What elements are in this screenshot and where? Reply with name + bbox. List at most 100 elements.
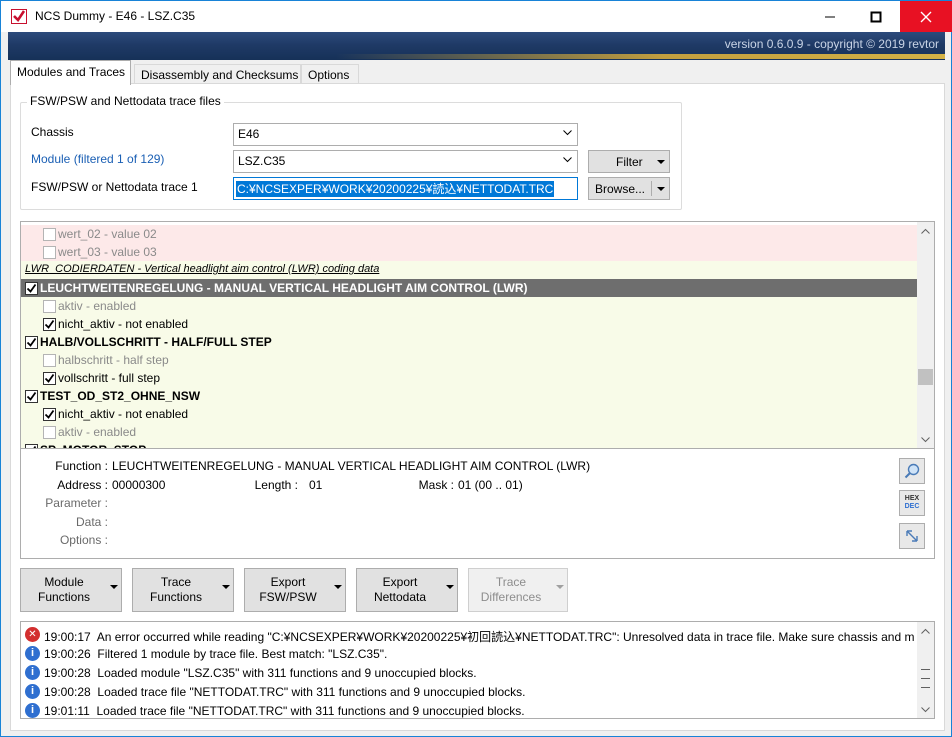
modules-and-traces-page: FSW/PSW and Nettodata trace files Chassi…: [10, 83, 945, 731]
expand-button[interactable]: [899, 523, 925, 549]
checkbox-unchecked[interactable]: [43, 228, 56, 241]
dropdown-arrow-icon: [334, 585, 342, 589]
value-row[interactable]: aktiv - enabled: [21, 297, 918, 315]
checkbox-unchecked[interactable]: [43, 426, 56, 439]
log-panel[interactable]: ✕ 19:00:17 An error occurred while readin…: [20, 621, 935, 719]
row-label: aktiv - enabled: [58, 425, 137, 439]
row-label: aktiv - enabled: [58, 299, 137, 313]
module-value: LSZ.C35: [238, 154, 286, 168]
checkbox-checked[interactable]: [25, 390, 38, 403]
trace-functions-button[interactable]: Trace Functions: [132, 568, 234, 612]
checkbox-checked[interactable]: [25, 336, 38, 349]
group-legend: FSW/PSW and Nettodata trace files: [27, 94, 224, 108]
hex-dec-toggle-button[interactable]: HEX DEC: [899, 490, 925, 516]
value-row[interactable]: wert_02 - value 02: [21, 225, 918, 243]
log-time: 19:01:11: [44, 704, 90, 718]
module-functions-line1: Module: [44, 575, 84, 589]
log-entry: i 19:00:28 Loaded trace file "NETTODAT.TR…: [25, 682, 915, 701]
filter-button[interactable]: Filter: [588, 150, 670, 173]
magnifier-icon: [904, 463, 920, 479]
scroll-up-icon[interactable]: [917, 622, 934, 639]
info-icon: i: [25, 665, 40, 680]
title-bar[interactable]: NCS Dummy - E46 - LSZ.C35: [1, 1, 952, 32]
log-entry: i 19:00:26 Filtered 1 module by trace fil…: [25, 644, 915, 663]
close-button[interactable]: [900, 1, 952, 32]
app-check-icon: [11, 9, 27, 24]
module-functions-button[interactable]: Module Functions: [20, 568, 122, 612]
log-scrollbar[interactable]: [917, 622, 934, 718]
close-icon: [920, 11, 932, 22]
function-row[interactable]: LEUCHTWEITENREGELUNG - MANUAL VERTICAL H…: [21, 279, 918, 297]
value-row[interactable]: nicht_aktiv - not enabled: [21, 405, 918, 423]
export-nettodata-line1: Export: [382, 575, 418, 589]
function-row[interactable]: TEST_OD_ST2_OHNE_NSW: [21, 387, 918, 405]
trace-differences-line2: Differences: [480, 590, 542, 604]
scroll-grip-icon[interactable]: [921, 669, 930, 688]
export-fsw-psw-button[interactable]: Export FSW/PSW: [244, 568, 346, 612]
log-text: 19:00:28 Loaded module "LSZ.C35" with 31…: [44, 666, 477, 680]
checkbox-checked[interactable]: [43, 372, 56, 385]
chassis-select[interactable]: E46: [233, 123, 578, 146]
checkbox-checked[interactable]: [43, 318, 56, 331]
info-icon: i: [25, 646, 40, 661]
resize-diagonal-icon: [906, 530, 918, 542]
dropdown-arrow-icon: [652, 178, 669, 199]
error-icon: ✕: [25, 627, 40, 642]
tab-options[interactable]: Options: [301, 64, 359, 85]
maximize-button[interactable]: [853, 1, 899, 32]
options-label: Options :: [59, 533, 108, 547]
log-time: 19:00:17: [44, 630, 91, 644]
version-text: version 0.6.0.9 - copyright © 2019 revto…: [724, 37, 939, 51]
value-row[interactable]: aktiv - enabled: [21, 423, 918, 441]
search-button[interactable]: [899, 458, 925, 484]
log-text: 19:01:11 Loaded trace file "NETTODAT.TRC…: [44, 704, 525, 718]
function-list-scrollbar[interactable]: [917, 222, 934, 448]
trace-label: FSW/PSW or Nettodata trace 1: [31, 180, 198, 194]
row-label: TEST_OD_ST2_OHNE_NSW: [40, 389, 201, 403]
scroll-down-icon[interactable]: [917, 431, 934, 448]
row-label: HALB/VOLLSCHRITT - HALF/FULL STEP: [40, 335, 272, 349]
app-window: NCS Dummy - E46 - LSZ.C35 version 0.6.0.…: [0, 0, 952, 737]
value-row[interactable]: wert_03 - value 03: [21, 243, 918, 261]
log-message: Loaded trace file "NETTODAT.TRC" with 31…: [96, 704, 525, 718]
minimize-button[interactable]: [807, 1, 853, 32]
tab-modules-and-traces[interactable]: Modules and Traces: [10, 60, 131, 85]
log-entry: i 19:01:11 Loaded trace file "NETTODAT.TR…: [25, 701, 915, 718]
log-text: 19:00:26 Filtered 1 module by trace file…: [44, 647, 387, 661]
checkbox-unchecked[interactable]: [43, 246, 56, 259]
checkbox-unchecked[interactable]: [43, 300, 56, 313]
checkbox-checked[interactable]: [43, 408, 56, 421]
export-fsw-psw-line1: Export: [270, 575, 306, 589]
trace-differences-button[interactable]: Trace Differences: [468, 568, 568, 612]
trace-differences-line1: Trace: [495, 575, 527, 589]
function-detail-value: LEUCHTWEITENREGELUNG - MANUAL VERTICAL H…: [112, 459, 591, 473]
checkbox-unchecked[interactable]: [43, 354, 56, 367]
scroll-thumb[interactable]: [918, 369, 933, 385]
mask-label: Mask :: [418, 478, 454, 492]
chevron-down-icon: [563, 130, 572, 136]
trace-functions-line1: Trace: [160, 575, 192, 589]
info-icon: i: [25, 703, 40, 718]
mask-value: 01 (00 .. 01): [458, 478, 523, 492]
value-row[interactable]: vollschritt - full step: [21, 369, 918, 387]
checkbox-checked[interactable]: [25, 282, 38, 295]
log-time: 19:00:28: [44, 685, 91, 699]
module-select[interactable]: LSZ.C35: [233, 150, 578, 173]
function-list[interactable]: wert_02 - value 02 wert_03 - value 03 LWR_…: [20, 221, 935, 449]
function-row[interactable]: SP_MOTOR_STOP: [21, 441, 918, 448]
scroll-up-icon[interactable]: [917, 222, 934, 239]
value-row[interactable]: halbschritt - half step: [21, 351, 918, 369]
maximize-icon: [870, 11, 882, 22]
tab-disassembly-and-checksums[interactable]: Disassembly and Checksums: [134, 64, 301, 85]
parameter-label: Parameter :: [45, 496, 108, 510]
function-row[interactable]: HALB/VOLLSCHRITT - HALF/FULL STEP: [21, 333, 918, 351]
log-text: 19:00:28 Loaded trace file "NETTODAT.TRC…: [44, 685, 525, 699]
row-label: LEUCHTWEITENREGELUNG - MANUAL VERTICAL H…: [40, 281, 528, 295]
module-functions-line2: Functions: [37, 590, 91, 604]
trace-path-input[interactable]: C:¥NCSEXPER¥WORK¥20200225¥読込¥NETTODAT.TR…: [233, 177, 578, 200]
export-nettodata-button[interactable]: Export Nettodata: [356, 568, 458, 612]
scroll-down-icon[interactable]: [917, 701, 934, 718]
value-row[interactable]: nicht_aktiv - not enabled: [21, 315, 918, 333]
browse-button[interactable]: Browse...: [588, 177, 670, 200]
section-row[interactable]: LWR_CODIERDATEN - Vertical headlight aim…: [21, 261, 918, 279]
